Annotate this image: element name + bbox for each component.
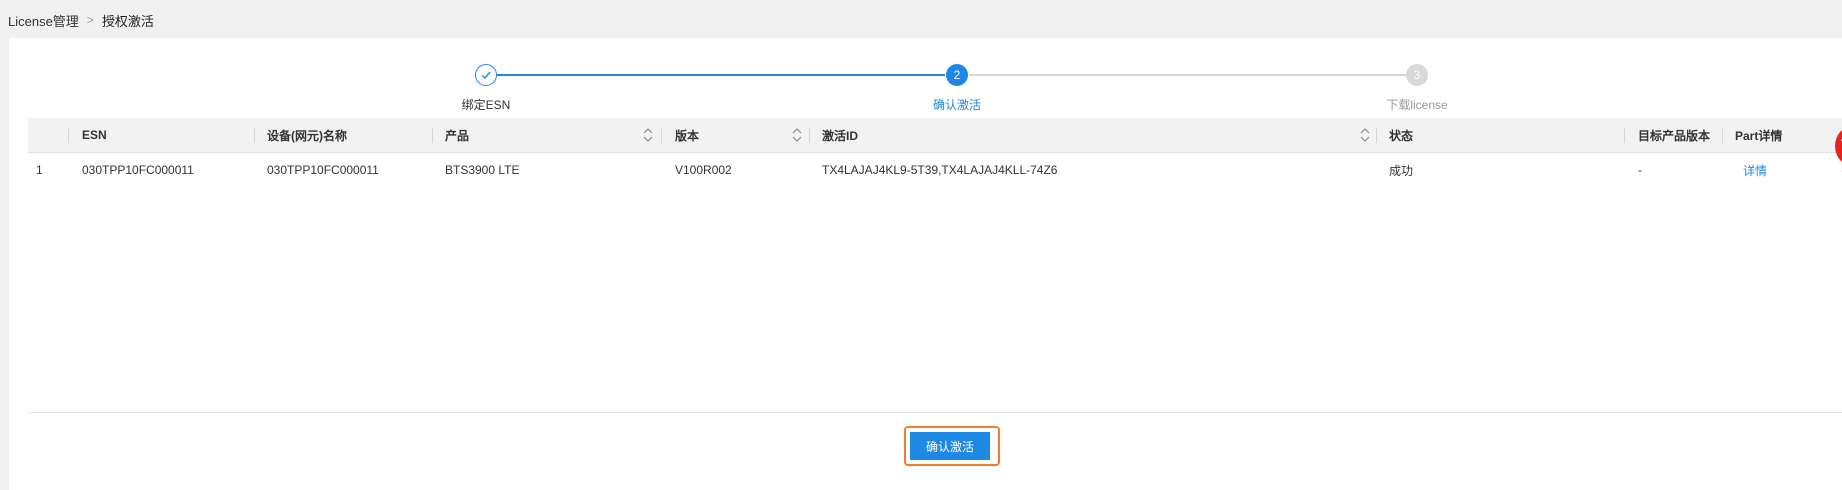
step-3-number: 3: [1406, 64, 1428, 86]
part-detail-link[interactable]: 详情: [1735, 153, 1767, 187]
sort-version-icon[interactable]: [791, 126, 803, 144]
cell-device-name: 030TPP10FC000011: [267, 163, 379, 177]
column-header-part-detail: Part详情: [1735, 128, 1783, 143]
confirm-button-focus-ring: 确认激活: [904, 426, 1000, 466]
step-connector-todo: [969, 74, 1416, 76]
cell-index: 1: [36, 163, 43, 177]
cell-version: V100R002: [675, 163, 732, 177]
cell-activation-id: TX4LAJAJ4KL9-5T39,TX4LAJAJ4KLL-74Z6: [822, 163, 1058, 177]
column-divider: [809, 128, 810, 143]
sort-product-icon[interactable]: [642, 126, 654, 144]
column-header-status: 状态: [1389, 128, 1414, 143]
step-2-label: 确认激活: [932, 98, 981, 112]
column-header-device-name: 设备(网元)名称: [267, 128, 347, 143]
column-divider: [254, 128, 255, 143]
column-divider: [1722, 128, 1723, 143]
step-1-label: 绑定ESN: [461, 98, 511, 112]
cell-target-version: -: [1638, 163, 1642, 177]
column-divider: [661, 128, 662, 143]
step-connector-done: [497, 74, 945, 76]
step-1-check-icon: [475, 64, 497, 86]
sort-activation-id-icon[interactable]: [1359, 126, 1371, 144]
step-indicator: 2 3 绑定ESN 确认激活 下载license: [9, 38, 1842, 118]
column-header-target-version: 目标产品版本: [1638, 128, 1711, 143]
table-header: ESN 设备(网元)名称 产品 版本 激活ID 状态 目标产品版本 Part详情: [28, 118, 1842, 153]
column-header-product: 产品: [445, 128, 470, 143]
main-panel: 2 3 绑定ESN 确认激活 下载license ESN 设备(网元)名称 产品…: [9, 38, 1842, 490]
breadcrumb-separator: >: [86, 13, 94, 27]
table-row: 1 030TPP10FC000011 030TPP10FC000011 BTS3…: [28, 153, 1842, 187]
column-header-version: 版本: [675, 128, 700, 143]
breadcrumb: License管理 > 授权激活: [8, 10, 154, 30]
column-header-esn: ESN: [82, 128, 107, 142]
column-divider: [1624, 128, 1625, 143]
column-divider: [1376, 128, 1377, 143]
step-3-label: 下载license: [1386, 98, 1448, 112]
activation-table: ESN 设备(网元)名称 产品 版本 激活ID 状态 目标产品版本 Part详情…: [28, 118, 1842, 413]
column-divider: [68, 128, 69, 143]
cell-esn: 030TPP10FC000011: [82, 163, 194, 177]
breadcrumb-current: 授权激活: [101, 13, 154, 29]
column-header-index: [28, 118, 68, 152]
column-header-activation-id: 激活ID: [822, 128, 859, 143]
column-divider: [432, 128, 433, 143]
confirm-activation-button[interactable]: 确认激活: [910, 432, 990, 460]
cell-product: BTS3900 LTE: [445, 163, 520, 177]
breadcrumb-license-management[interactable]: License管理: [8, 11, 79, 30]
cell-status: 成功: [1389, 163, 1414, 178]
step-2-number: 2: [946, 64, 968, 86]
check-icon: [481, 71, 491, 79]
